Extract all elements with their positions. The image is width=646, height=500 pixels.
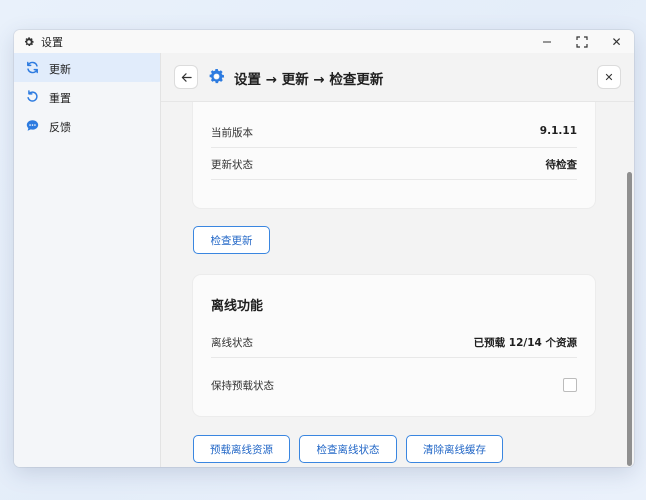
keep-preload-row: 保持预载状态 [211,370,577,400]
settings-window: 设置 ✕ 更新 重置 反馈 设置 → 更新 → 检查更新 ✕ 当前版本 9.1.… [14,30,634,467]
update-status-label: 更新状态 [211,159,253,171]
keep-preload-label: 保持预载状态 [211,380,274,392]
reset-icon [26,90,39,103]
page-header: 设置 → 更新 → 检查更新 ✕ [161,53,634,102]
update-info-card: 当前版本 9.1.11 更新状态 待检查 [193,102,595,208]
back-button[interactable] [175,66,197,88]
gear-icon [207,67,226,86]
keep-preload-checkbox[interactable] [563,378,577,392]
sidebar-item-label: 反馈 [49,121,71,134]
sidebar-item-feedback[interactable]: 反馈 [14,111,160,140]
current-version-value: 9.1.11 [539,125,577,137]
page-title: 设置 → 更新 → 检查更新 [234,72,384,88]
arrow-left-icon [181,72,192,82]
sidebar-item-label: 重置 [49,92,71,105]
offline-status-value: 已预载 12/14 个资源 [473,337,577,349]
offline-card-title: 离线功能 [211,299,264,314]
sidebar: 更新 重置 反馈 [14,53,161,467]
check-update-button[interactable]: 检查更新 [193,226,270,254]
title-bar: 设置 ✕ [14,30,634,53]
current-version-label: 当前版本 [211,127,253,139]
feedback-icon [26,119,39,132]
offline-status-row: 离线状态 已预载 12/14 个资源 [211,327,577,358]
update-status-value: 待检查 [545,159,578,171]
close-icon: ✕ [604,70,614,84]
close-page-button[interactable]: ✕ [598,66,620,88]
content-scrollbar[interactable] [625,102,634,467]
current-version-row: 当前版本 9.1.11 [211,117,577,148]
check-offline-button[interactable]: 检查离线状态 [299,435,397,463]
maximize-icon [575,35,588,48]
clear-offline-cache-button[interactable]: 清除离线缓存 [406,435,503,463]
offline-card: 离线功能 离线状态 已预载 12/14 个资源 保持预载状态 [193,275,595,416]
main-content: 当前版本 9.1.11 更新状态 待检查 检查更新 离线功能 离线状态 已预载 … [161,102,634,467]
sidebar-item-update[interactable]: 更新 [14,53,160,82]
offline-status-label: 离线状态 [211,337,253,349]
scrollbar-thumb[interactable] [627,172,632,466]
close-icon: ✕ [611,34,622,49]
refresh-icon [26,61,39,74]
update-status-row: 更新状态 待检查 [211,149,577,180]
preload-offline-button[interactable]: 预载离线资源 [193,435,290,463]
maximize-button[interactable] [564,30,599,53]
gear-icon [23,36,35,48]
window-title: 设置 [41,35,63,49]
close-window-button[interactable]: ✕ [599,30,634,53]
minimize-icon [542,41,551,42]
minimize-button[interactable] [529,30,564,53]
window-controls: ✕ [529,30,634,53]
sidebar-item-reset[interactable]: 重置 [14,82,160,111]
sidebar-item-label: 更新 [49,63,71,76]
